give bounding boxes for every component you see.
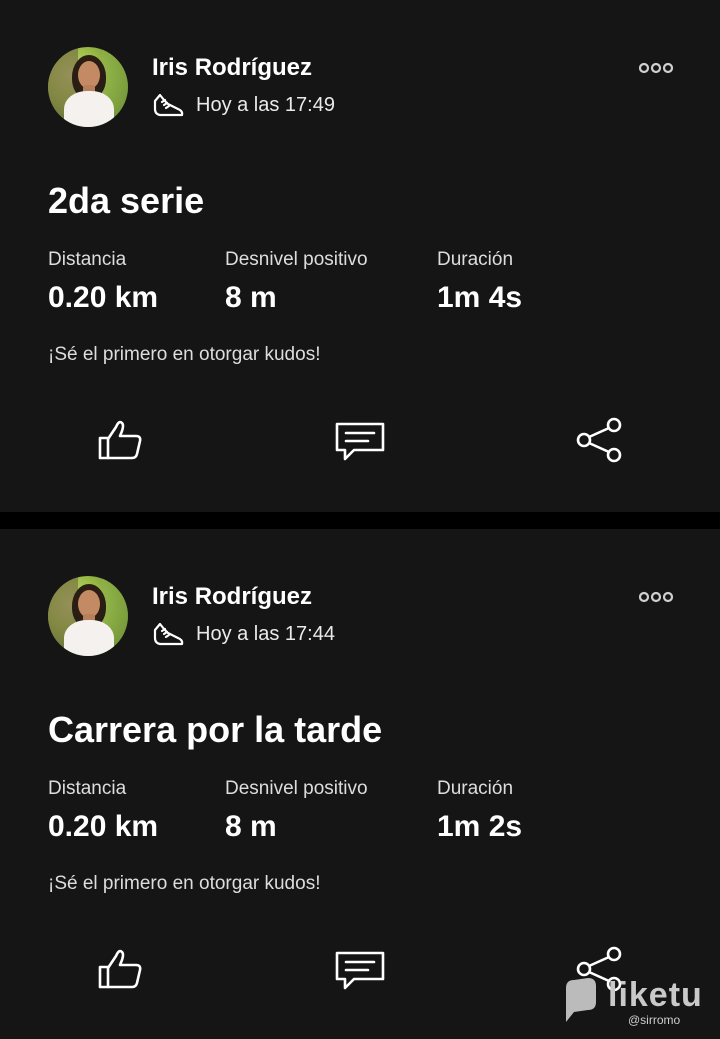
comment-icon [335, 951, 385, 990]
stat-value-distance: 0.20 km [48, 810, 159, 843]
more-options-icon[interactable] [639, 590, 673, 604]
stat-label-elevation: Desnivel positivo [225, 249, 368, 270]
avatar[interactable] [48, 47, 128, 127]
user-name[interactable]: Iris Rodríguez [152, 583, 312, 611]
stat-value-duration: 1m 2s [437, 810, 523, 843]
more-options-icon[interactable] [639, 61, 673, 75]
running-shoe-icon [153, 622, 184, 646]
stat-label-duration: Duración [437, 778, 514, 799]
comment-icon [335, 422, 385, 461]
stat-value-distance: 0.20 km [48, 281, 159, 314]
avatar[interactable] [48, 576, 128, 656]
activity-title[interactable]: Carrera por la tarde [48, 709, 382, 751]
watermark-handle: @sirromo [628, 1013, 681, 1027]
stat-value-elevation: 8 m [225, 810, 277, 843]
timestamp: Hoy a las 17:44 [196, 622, 335, 645]
share-icon [576, 417, 622, 463]
watermark-brand: liketu [608, 976, 703, 1014]
timestamp: Hoy a las 17:49 [196, 93, 335, 116]
share-button[interactable] [572, 412, 628, 468]
kudos-text[interactable]: ¡Sé el primero en otorgar kudos! [48, 344, 320, 366]
kudos-button[interactable] [92, 412, 148, 468]
stat-value-duration: 1m 4s [437, 281, 523, 314]
activity-meta: Hoy a las 17:49 [152, 92, 335, 118]
stat-label-distance: Distancia [48, 778, 127, 799]
thumbs-up-icon [98, 420, 142, 460]
thumbs-up-icon [98, 949, 142, 989]
kudos-button[interactable] [92, 941, 148, 997]
stat-label-elevation: Desnivel positivo [225, 778, 368, 799]
comment-button[interactable] [332, 941, 388, 997]
stat-label-distance: Distancia [48, 249, 127, 270]
stat-label-duration: Duración [437, 249, 514, 270]
kudos-text[interactable]: ¡Sé el primero en otorgar kudos! [48, 873, 320, 895]
activity-meta: Hoy a las 17:44 [152, 621, 335, 647]
comment-button[interactable] [332, 412, 388, 468]
user-name[interactable]: Iris Rodríguez [152, 54, 312, 82]
running-shoe-icon [153, 93, 184, 117]
activity-title[interactable]: 2da serie [48, 180, 204, 222]
stat-value-elevation: 8 m [225, 281, 277, 314]
